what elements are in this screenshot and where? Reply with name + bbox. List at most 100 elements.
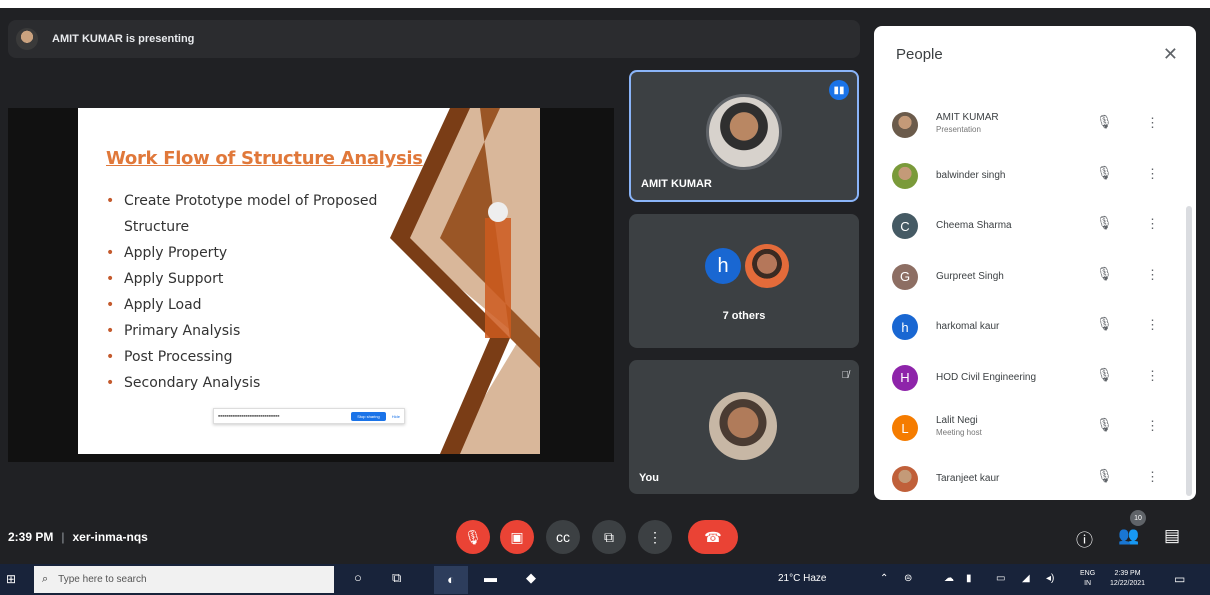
participant-tile-amit[interactable]: ▮▮ AMIT KUMAR xyxy=(629,70,859,202)
close-icon[interactable]: ✕ xyxy=(1163,44,1178,65)
hang-up-button[interactable]: ☎ xyxy=(688,520,738,554)
more-options-icon[interactable]: ⋮ xyxy=(1146,115,1159,131)
file-explorer-icon[interactable]: ▬ xyxy=(484,570,497,585)
tray-cloud-icon[interactable]: ☁ xyxy=(944,573,954,584)
clock-time: 2:39 PM xyxy=(1114,570,1141,577)
mic-off-icon[interactable]: 🎙 xyxy=(1096,266,1113,282)
participant-name: AMIT KUMAR xyxy=(936,112,999,123)
mic-off-icon[interactable]: 🎙 xyxy=(1096,165,1113,181)
presenter-avatar xyxy=(16,28,38,50)
participant-row[interactable]: h harkomal kaur 🎙 ⋮ xyxy=(874,302,1174,352)
volume-icon[interactable]: ◂) xyxy=(1046,573,1054,584)
battery-icon[interactable]: ▭ xyxy=(996,573,1005,584)
windows-start-icon[interactable]: ⊞ xyxy=(6,572,16,586)
more-options-button[interactable]: ⋮ xyxy=(638,520,672,554)
more-options-icon[interactable]: ⋮ xyxy=(1146,368,1159,384)
slide-title: Work Flow of Structure Analysis xyxy=(106,148,423,169)
speaking-icon: ▮▮ xyxy=(829,80,849,100)
participant-row[interactable]: C Cheema Sharma 🎙 ⋮ xyxy=(874,201,1174,251)
participant-name: balwinder singh xyxy=(936,169,1006,181)
notifications-icon[interactable]: ▭ xyxy=(1174,572,1185,586)
avatar: h xyxy=(705,248,741,284)
scrollbar[interactable] xyxy=(1186,206,1192,496)
participant-tile-you[interactable]: 🎙̸ You xyxy=(629,360,859,494)
sharing-popup: ■■■■■■■■■■■■■■■■■■■■■■■■■■■■■ Stop shari… xyxy=(213,408,405,424)
participant-row[interactable]: G Gurpreet Singh 🎙 ⋮ xyxy=(874,252,1174,302)
presenting-bar: AMIT KUMAR is presenting xyxy=(8,20,860,58)
slide-bullets: Create Prototype model of Proposed Struc… xyxy=(106,188,406,396)
participant-row[interactable]: L Lalit Negi Meeting host 🎙 ⋮ xyxy=(874,403,1174,453)
store-icon[interactable]: ◆ xyxy=(526,570,536,586)
mic-off-icon[interactable]: 🎙 xyxy=(1096,215,1113,231)
avatar: h xyxy=(892,314,918,340)
taskbar-clock[interactable]: 2:39 PM 12/22/2021 xyxy=(1110,569,1145,589)
slide-bullet: Post Processing xyxy=(106,344,406,370)
participant-row[interactable]: AMIT KUMAR Presentation 🎙 ⋮ xyxy=(874,100,1174,150)
slide-bullet: Apply Property xyxy=(106,240,406,266)
clock-date: 12/22/2021 xyxy=(1110,580,1146,587)
avatar: H xyxy=(892,364,918,391)
participant-name: You xyxy=(639,472,659,484)
participants-badge: 10 xyxy=(1130,510,1146,526)
participant-row[interactable]: balwinder singh 🎙 ⋮ xyxy=(874,151,1174,201)
hide-button[interactable]: Hide xyxy=(392,414,400,419)
slide-decoration-image xyxy=(390,108,540,454)
tray-app-icon[interactable]: ⊜ xyxy=(904,573,912,584)
participant-name: harkomal kaur xyxy=(936,321,1000,332)
more-options-icon[interactable]: ⋮ xyxy=(1146,166,1159,182)
chat-icon[interactable]: ▤ xyxy=(1164,526,1180,546)
slide-bullet: Create Prototype model of Proposed Struc… xyxy=(106,188,406,240)
meet-window: AMIT KUMAR is presenting Work Flow of St… xyxy=(0,8,1210,564)
mic-off-icon[interactable]: 🎙 xyxy=(1096,417,1113,433)
more-options-icon[interactable]: ⋮ xyxy=(1146,418,1159,434)
meeting-time: 2:39 PM xyxy=(8,530,54,544)
avatar: L xyxy=(892,415,918,441)
people-panel: People ✕ AMIT KUMAR Presentation 🎙 ⋮ balwind… xyxy=(874,26,1196,500)
wifi-icon[interactable]: ◢ xyxy=(1022,573,1030,584)
mic-off-icon[interactable]: 🎙 xyxy=(1096,316,1113,332)
participant-name: Cheema Sharma xyxy=(936,220,1012,231)
more-options-icon[interactable]: ⋮ xyxy=(1146,317,1159,333)
participant-tile-others[interactable]: h 7 others xyxy=(629,214,859,348)
participant-name: Taranjeet kaur xyxy=(936,472,1000,484)
sharing-popup-text: ■■■■■■■■■■■■■■■■■■■■■■■■■■■■■ xyxy=(218,414,280,418)
mic-off-icon[interactable]: 🎙 xyxy=(1096,367,1113,383)
mic-off-button[interactable]: 🎙 xyxy=(456,520,490,554)
stop-sharing-button[interactable]: Stop sharing xyxy=(351,411,386,421)
presentation-stage: Work Flow of Structure Analysis Create P… xyxy=(8,108,614,462)
people-icon[interactable]: 👥 xyxy=(1118,526,1139,546)
cortana-icon[interactable]: ○ xyxy=(354,570,362,585)
lang-region: IN xyxy=(1084,580,1092,587)
lang-code: ENG xyxy=(1080,570,1096,577)
tray-usb-icon[interactable]: ▮ xyxy=(966,573,972,584)
others-count: 7 others xyxy=(722,310,766,322)
mic-off-icon[interactable]: 🎙 xyxy=(1096,114,1113,130)
weather-widget[interactable]: 21°C Haze xyxy=(778,573,826,584)
task-view-icon[interactable]: ⧉ xyxy=(392,570,401,586)
more-options-icon[interactable]: ⋮ xyxy=(1146,469,1159,485)
slide-bullet: Secondary Analysis xyxy=(106,370,406,396)
slide-bullet: Apply Load xyxy=(106,292,406,318)
avatar xyxy=(709,392,777,460)
captions-button[interactable]: cc xyxy=(546,520,580,554)
tray-chevron-icon[interactable]: ⌃ xyxy=(880,573,888,584)
participant-name: AMIT KUMAR xyxy=(641,178,712,190)
language-indicator[interactable]: ENG IN xyxy=(1080,569,1095,589)
search-placeholder: Type here to search xyxy=(58,574,147,585)
avatar xyxy=(892,465,918,492)
participant-row[interactable]: H HOD Civil Engineering 🎙 ⋮ xyxy=(874,353,1174,403)
mic-off-icon: 🎙̸ xyxy=(841,370,850,381)
more-options-icon[interactable]: ⋮ xyxy=(1146,216,1159,232)
info-icon[interactable]: ⓘ xyxy=(1076,526,1093,551)
avatar xyxy=(706,94,782,170)
more-options-icon[interactable]: ⋮ xyxy=(1146,267,1159,283)
presenting-text: AMIT KUMAR is presenting xyxy=(52,33,195,45)
participant-row[interactable]: Taranjeet kaur 🎙 ⋮ xyxy=(874,454,1174,501)
taskbar-search[interactable]: ⌕ Type here to search xyxy=(34,566,334,593)
present-button[interactable]: ⧉ xyxy=(592,520,626,554)
edge-browser-icon[interactable]: ◐ xyxy=(434,566,468,594)
search-icon: ⌕ xyxy=(42,573,49,585)
camera-off-button[interactable]: ▣ xyxy=(500,520,534,554)
avatar xyxy=(892,162,918,189)
mic-off-icon[interactable]: 🎙 xyxy=(1096,468,1113,484)
